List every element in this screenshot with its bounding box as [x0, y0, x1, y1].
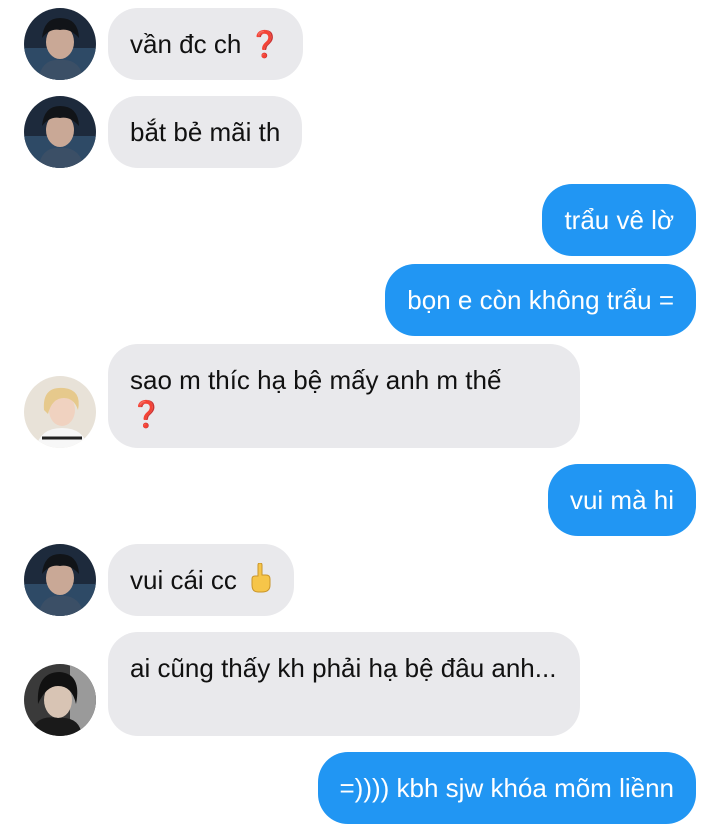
contact-avatar[interactable] [24, 664, 96, 736]
message-text: bọn e còn không trẩu = [407, 285, 674, 315]
contact-avatar[interactable] [24, 8, 96, 80]
red-question-mark-icon: ❓ [130, 399, 163, 429]
incoming-message-bubble[interactable]: vui cái cc [108, 544, 295, 616]
avatar-dark-hood-icon [24, 664, 96, 736]
incoming-message-bubble[interactable]: ai cũng thấy kh phải hạ bệ đâu anh... [108, 632, 580, 736]
red-question-mark-icon: ❓ [248, 29, 281, 59]
message-text: vần đc ch [130, 29, 242, 59]
avatar-dark-hair-icon [24, 8, 96, 80]
message-text: =)))) kbh sjw khóa mõm liềnn [339, 773, 675, 803]
middle-finger-emoji-icon [250, 562, 272, 601]
avatar-blonde-icon [24, 376, 96, 448]
message-text: sao m thíc hạ bệ mấy anh m thế [130, 365, 502, 395]
message-text: vui mà hi [569, 485, 674, 515]
incoming-message-bubble[interactable]: vần đc ch ❓ [108, 8, 303, 80]
message-text: vui cái cc [130, 565, 237, 595]
outgoing-message-bubble[interactable]: bọn e còn không trẩu = [385, 264, 696, 336]
contact-avatar[interactable] [24, 544, 96, 616]
incoming-message-bubble[interactable]: bắt bẻ mãi th [108, 96, 303, 168]
contact-avatar[interactable] [24, 96, 96, 168]
message-text: ai cũng thấy kh phải hạ bệ đâu anh... [130, 653, 557, 683]
avatar-dark-hair-icon [24, 96, 96, 168]
message-text: trẩu vê lờ [564, 205, 674, 235]
message-text: bắt bẻ mãi th [130, 117, 281, 147]
incoming-message-bubble[interactable]: sao m thíc hạ bệ mấy anh m thế ❓ [108, 344, 580, 448]
outgoing-message-bubble[interactable]: trẩu vê lờ [542, 184, 696, 256]
contact-avatar[interactable] [24, 376, 96, 448]
outgoing-message-bubble[interactable]: =)))) kbh sjw khóa mõm liềnn [317, 752, 696, 824]
outgoing-message-bubble[interactable]: vui mà hi [547, 464, 696, 536]
avatar-dark-hair-icon [24, 544, 96, 616]
